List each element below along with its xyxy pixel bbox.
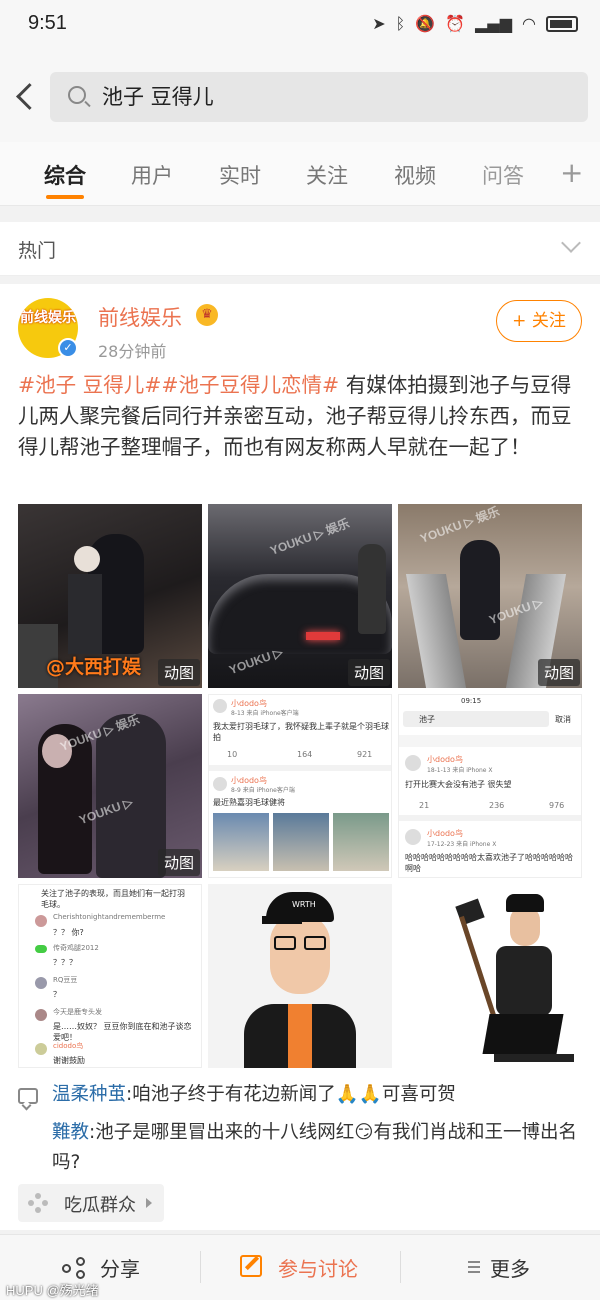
divider [400, 1251, 401, 1283]
comment-item[interactable]: 難教:池子是哪里冒出来的十八线网红😏有我们肖战和王一博出名吗? [52, 1118, 592, 1178]
image-grid: @大西打娱 动图 YOUKU ▷ 娱乐 YOUKU ▷ 动图 YOUKU ▷ 娱… [18, 504, 582, 1068]
comment-item[interactable]: 温柔种茧:咱池子终于有花边新闻了🙏🙏可喜可贺 [52, 1080, 592, 1110]
discuss-button[interactable]: 参与讨论 [278, 1253, 358, 1282]
chevron-down-icon[interactable] [561, 233, 581, 253]
divider [200, 1251, 201, 1283]
comment-text: :咱池子终于有花边新闻了🙏🙏可喜可贺 [126, 1084, 456, 1105]
post-image[interactable]: @大西打娱 动图 [18, 504, 202, 688]
watermark: HUPU @殇光绪 [6, 1283, 99, 1298]
verified-icon: ✓ [58, 338, 78, 358]
post-card: 前线娱乐 ✓ 前线娱乐 ♛ 28分钟前 + 关注 #池子 豆得儿##池子豆得儿恋… [0, 284, 600, 1230]
tab-realtime[interactable]: 实时 [219, 160, 261, 190]
post-image[interactable]: 09:15 池子 取消 小dodo鸟 18-1-13 来自 iPhone X 打… [398, 694, 582, 878]
battery-icon [546, 15, 578, 32]
mute-icon: 🔕 [415, 14, 436, 33]
group-label: 吃瓜群众 [64, 1195, 136, 1216]
status-time: 9:51 [28, 12, 67, 34]
post-image[interactable]: YOUKU ▷ 娱乐 YOUKU ▷ 动图 [398, 504, 582, 688]
commenter-name[interactable]: 温柔种茧 [52, 1084, 126, 1105]
post-time: 28分钟前 [98, 342, 167, 361]
hot-section-header[interactable]: 热门 [0, 222, 600, 276]
more-button[interactable]: 更多 [490, 1253, 530, 1282]
comment-icon [18, 1088, 38, 1104]
group-chip[interactable]: 吃瓜群众 [18, 1184, 164, 1222]
post-image[interactable]: 小dodo鸟 8-13 来自 iPhone客户端 我太爱打羽毛球了，我怀疑我上辈… [208, 694, 392, 878]
status-icons: ➤ ᛒ 🔕 ⏰ ▂▄▆ ◠ [372, 14, 578, 33]
search-header [0, 52, 600, 142]
author-name[interactable]: 前线娱乐 [98, 302, 182, 332]
back-button[interactable] [12, 80, 36, 114]
search-icon [68, 86, 86, 104]
search-input[interactable] [102, 84, 502, 108]
share-icon [62, 1257, 88, 1279]
tab-video[interactable]: 视频 [394, 160, 436, 190]
search-box[interactable] [50, 72, 588, 122]
edit-icon [240, 1255, 262, 1277]
section-title: 热门 [18, 240, 57, 262]
share-button[interactable]: 分享 [100, 1253, 140, 1282]
topic-link[interactable]: #池子 豆得儿# [18, 373, 161, 397]
group-icon [28, 1193, 48, 1213]
commenter-name[interactable]: 難教 [52, 1122, 89, 1143]
gif-badge: 动图 [157, 849, 200, 876]
gif-badge: 动图 [157, 659, 200, 686]
vip-badge-icon: ♛ [196, 304, 218, 326]
gif-badge: 动图 [537, 659, 580, 686]
post-image[interactable]: YOUKU ▷ 娱乐 YOUKU ▷ 动图 [18, 694, 202, 878]
status-bar: 9:51 ➤ ᛒ 🔕 ⏰ ▂▄▆ ◠ [0, 0, 600, 52]
bluetooth-icon: ᛒ [395, 14, 406, 33]
comment-text: :池子是哪里冒出来的十八线网红😏有我们肖战和王一博出名吗? [52, 1122, 578, 1173]
search-tabs: 综合 用户 实时 关注 视频 问答 + [0, 142, 600, 206]
topic-link[interactable]: #池子豆得儿恋情# [161, 373, 339, 397]
post-image[interactable]: YOUKU ▷ 娱乐 YOUKU ▷ 动图 [208, 504, 392, 688]
alarm-icon: ⏰ [445, 14, 466, 33]
avatar-text: 前线娱乐 [20, 310, 76, 326]
tab-users[interactable]: 用户 [131, 160, 173, 190]
post-text: #池子 豆得儿##池子豆得儿恋情# 有媒体拍摄到池子与豆得儿两人聚完餐后同行并亲… [18, 370, 584, 463]
menu-icon [468, 1261, 480, 1273]
tab-qa[interactable]: 问答 [482, 160, 524, 190]
add-tab-icon[interactable]: + [560, 156, 583, 189]
wifi-icon: ◠ [522, 14, 536, 33]
tab-comprehensive[interactable]: 综合 [44, 160, 86, 190]
post-image[interactable]: WRTH [208, 884, 392, 1068]
tab-following[interactable]: 关注 [306, 160, 348, 190]
follow-button[interactable]: + 关注 [496, 300, 582, 342]
gif-badge: 动图 [347, 659, 390, 686]
chevron-right-icon [146, 1198, 152, 1208]
tab-active-indicator [46, 195, 84, 199]
post-image[interactable] [398, 884, 582, 1068]
signal-icon: ▂▄▆ [475, 14, 513, 33]
post-image[interactable]: 关注了池子的表现，而且她们有一起打羽毛球。 Cherishtonightandr… [18, 884, 202, 1068]
location-icon: ➤ [372, 14, 386, 33]
image-caption: @大西打娱 [46, 656, 142, 678]
